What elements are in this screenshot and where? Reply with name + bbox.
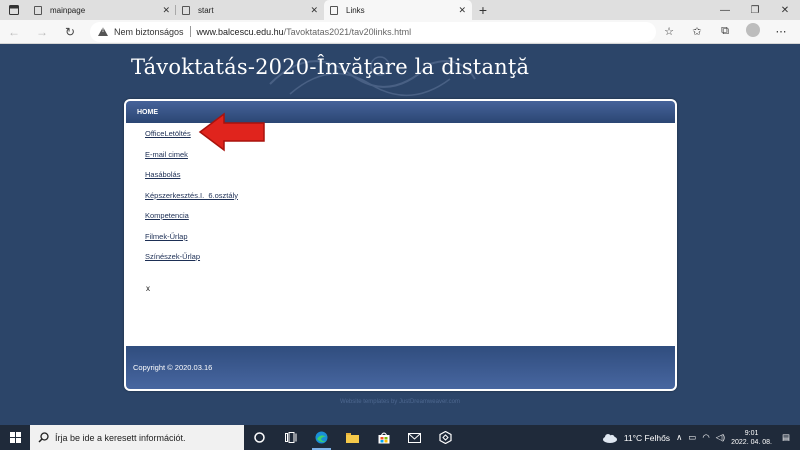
volume-icon[interactable]: ◁)	[716, 432, 725, 443]
x-text: x	[146, 283, 150, 293]
windows-logo-icon	[9, 432, 21, 443]
favorite-add-icon[interactable]: ☆	[656, 25, 682, 38]
link-competence[interactable]: Kompetencia	[145, 209, 675, 230]
collections-icon[interactable]: ⧉	[712, 25, 738, 38]
tab-actions-button[interactable]	[0, 0, 28, 20]
address-bar[interactable]: Nem biztonságos www.balcescu.edu.hu/Tavo…	[90, 21, 656, 42]
edge-browser-icon[interactable]	[306, 425, 337, 450]
window-controls: — ❐ ✕	[710, 0, 800, 20]
tab-mainpage[interactable]: mainpage ✕	[28, 0, 176, 20]
copyright-text: Copyright © 2020.03.16	[133, 363, 213, 372]
tab-actions-icon	[9, 5, 19, 15]
favorites-icon[interactable]: ✩	[684, 25, 710, 38]
clock-date: 2022. 04. 08.	[731, 438, 772, 446]
site-title: Távoktatás-2020-Învăţare la distanţă	[131, 55, 530, 79]
start-button[interactable]	[0, 425, 30, 450]
minimize-button[interactable]: —	[710, 0, 740, 20]
profile-avatar-icon[interactable]	[740, 23, 766, 40]
nav-home-link[interactable]: HOME	[137, 109, 158, 116]
browser-tab-strip: mainpage ✕ start ✕ Links ✕ + — ❐ ✕	[0, 0, 800, 20]
file-explorer-icon[interactable]	[337, 425, 368, 450]
tab-close-icon[interactable]: ✕	[458, 5, 466, 16]
search-icon	[38, 432, 49, 443]
cloudy-weather-icon	[602, 433, 617, 443]
envelope-icon	[408, 432, 421, 443]
url-host: www.balcescu.edu.hu	[196, 26, 284, 37]
windows-taskbar: Írja be ide a keresett információt. 11°C…	[0, 425, 800, 450]
show-hidden-icons-icon[interactable]: ∧	[676, 432, 682, 443]
toolbar-icons: ☆ ✩ ⧉ ⋯	[656, 23, 800, 40]
link-actors-form[interactable]: Színészek-Űrlap	[145, 250, 675, 271]
hexagon-app-icon	[439, 431, 452, 444]
tab-title: start	[198, 5, 214, 15]
search-placeholder: Írja be ide a keresett információt.	[55, 432, 186, 443]
tab-start[interactable]: start ✕	[176, 0, 324, 20]
template-credit-link[interactable]: Website templates by JustDreamweaver.com	[0, 399, 800, 405]
pinned-app-icon[interactable]	[430, 425, 461, 450]
new-tab-button[interactable]: +	[472, 0, 494, 20]
restore-button[interactable]: ❐	[740, 0, 770, 20]
url-divider	[189, 26, 191, 37]
security-status[interactable]: Nem biztonságos	[114, 27, 184, 37]
page-icon	[182, 5, 190, 15]
close-window-button[interactable]: ✕	[770, 0, 800, 20]
address-toolbar: ← → ↻ Nem biztonságos www.balcescu.edu.h…	[0, 20, 800, 44]
task-view-icon[interactable]	[275, 425, 306, 450]
back-button[interactable]: ←	[0, 20, 28, 44]
warning-icon[interactable]	[98, 27, 108, 36]
mail-icon[interactable]	[399, 425, 430, 450]
tab-links[interactable]: Links ✕	[324, 0, 472, 20]
web-page: Távoktatás-2020-Învăţare la distanţă HOM…	[0, 44, 800, 425]
panel-footer: Copyright © 2020.03.16	[126, 346, 675, 389]
weather-text[interactable]: 11°C Felhős	[624, 433, 670, 443]
link-columns[interactable]: Hasábolás	[145, 168, 675, 189]
cortana-circle-icon	[254, 432, 265, 443]
taskbar-clock[interactable]: 9:01 2022. 04. 08.	[731, 429, 772, 447]
edge-logo-icon	[315, 431, 328, 444]
task-view-glyph-icon	[284, 432, 296, 443]
more-icon[interactable]: ⋯	[768, 25, 794, 38]
notification-center-icon[interactable]: ▤	[778, 432, 794, 443]
forward-button[interactable]: →	[28, 20, 56, 44]
link-image-editing[interactable]: Képszerkesztés.I._6.osztály	[145, 189, 675, 210]
url-path: /Tavoktatas2021/tav20links.html	[283, 26, 412, 37]
microsoft-store-icon[interactable]	[368, 425, 399, 450]
link-films-form[interactable]: Filmek-Űrlap	[145, 230, 675, 251]
reload-button[interactable]: ↻	[56, 20, 84, 44]
tab-close-icon[interactable]: ✕	[162, 5, 170, 16]
tab-title: Links	[346, 5, 365, 15]
taskbar-search-box[interactable]: Írja be ide a keresett információt.	[30, 425, 244, 450]
tab-close-icon[interactable]: ✕	[310, 5, 318, 16]
folder-icon	[346, 433, 359, 443]
system-tray: 11°C Felhős ∧ ▭ ◠ ◁) 9:01 2022. 04. 08. …	[602, 425, 800, 450]
page-icon	[34, 5, 42, 15]
clock-time: 9:01	[744, 429, 759, 437]
tab-title: mainpage	[50, 5, 86, 15]
red-arrow-annotation	[198, 112, 265, 152]
page-icon	[330, 5, 338, 15]
battery-icon[interactable]: ▭	[688, 432, 696, 443]
cortana-icon[interactable]	[244, 425, 275, 450]
wifi-icon[interactable]: ◠	[702, 432, 709, 443]
store-bag-icon	[378, 432, 389, 443]
